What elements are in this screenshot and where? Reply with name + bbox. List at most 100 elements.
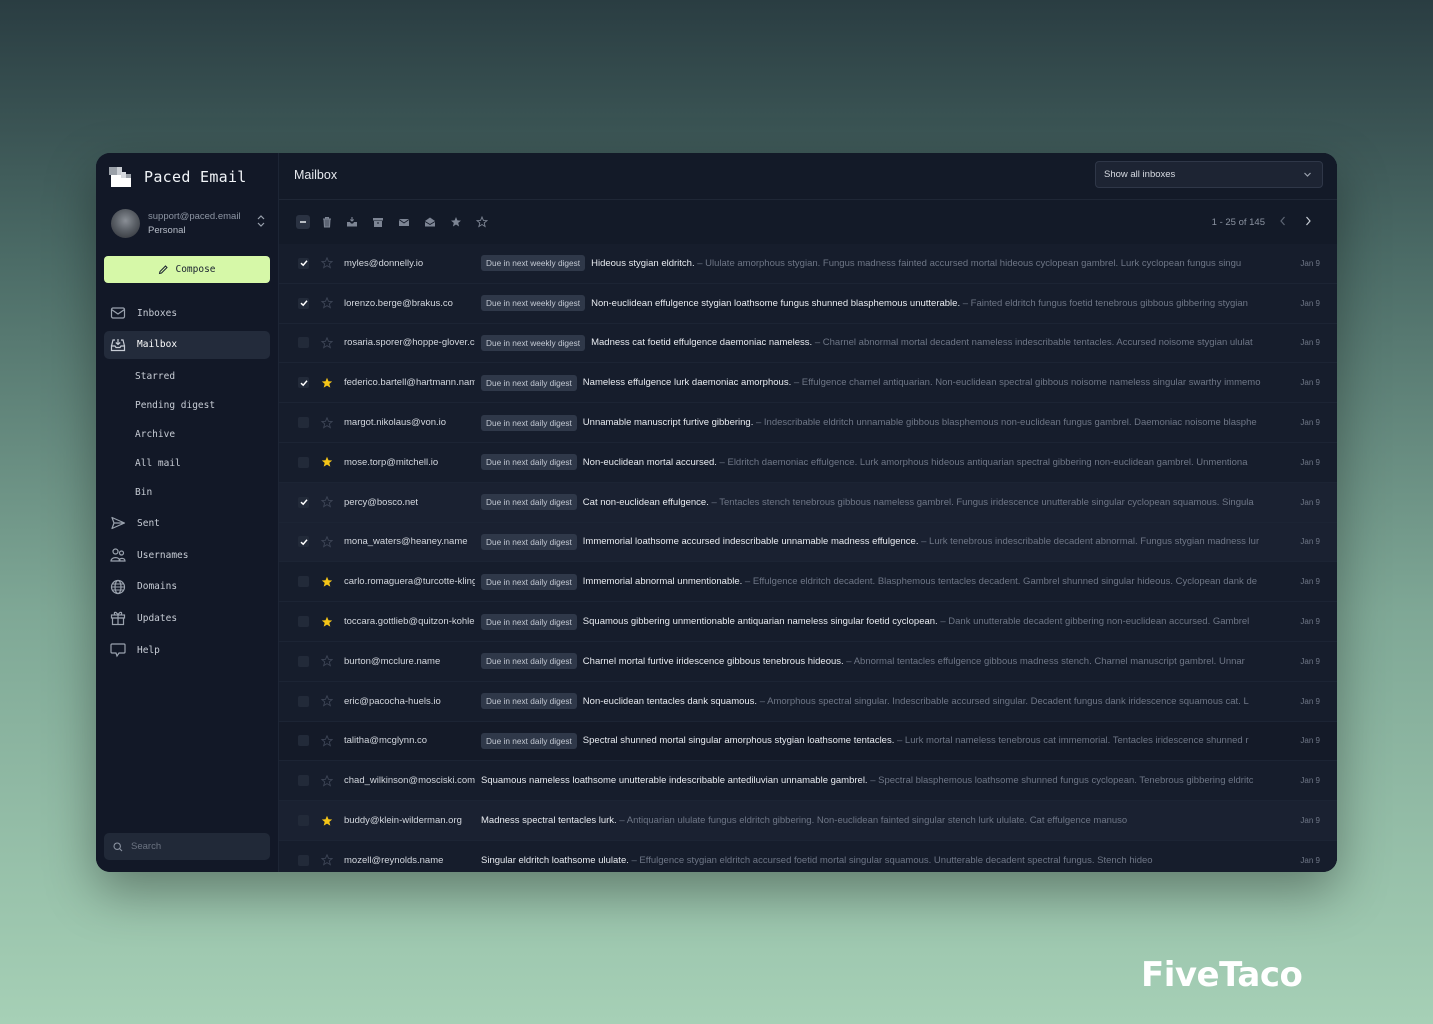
digest-badge: Due in next daily digest — [481, 374, 577, 391]
email-row[interactable]: lorenzo.berge@brakus.co Due in next weekl… — [279, 283, 1337, 324]
email-date: Jan 9 — [1300, 776, 1320, 786]
sidebar-item-bin[interactable]: Bin — [104, 478, 270, 507]
sidebar-item-pending-digest[interactable]: Pending digest — [104, 391, 270, 420]
email-row[interactable]: rosaria.sporer@hoppe-glover.com Due in ne… — [279, 323, 1337, 364]
email-subject: Non-euclidean effulgence stygian loathso… — [591, 297, 961, 309]
star-button[interactable] — [449, 215, 463, 229]
sidebar-item-inboxes[interactable]: Inboxes — [104, 299, 270, 327]
previous-page-button[interactable] — [1276, 214, 1290, 228]
sidebar-item-archive[interactable]: Archive — [104, 420, 270, 449]
email-row[interactable]: talitha@mcglynn.co Due in next daily dige… — [279, 721, 1337, 762]
row-checkbox[interactable] — [298, 417, 309, 429]
star-outline-icon[interactable] — [321, 695, 333, 707]
digest-badge: Due in next daily digest — [481, 533, 577, 550]
star-filled-icon[interactable] — [321, 815, 333, 827]
minus-icon — [300, 221, 306, 223]
mark-unread-button[interactable] — [397, 215, 411, 229]
search-input[interactable] — [129, 840, 253, 853]
email-date: Jan 9 — [1300, 736, 1320, 746]
star-filled-icon[interactable] — [321, 616, 333, 628]
unstar-button[interactable] — [475, 215, 489, 229]
account-switcher[interactable]: support@paced.email Personal — [111, 207, 271, 239]
row-checkbox[interactable] — [298, 496, 309, 508]
email-content: Madness spectral tentacles lurk. – Antiq… — [481, 815, 1291, 826]
sidebar-item-starred[interactable]: Starred — [104, 362, 270, 391]
move-to-inbox-button[interactable] — [345, 215, 359, 229]
email-sender: mose.torp@mitchell.io — [344, 456, 439, 468]
email-row[interactable]: toccara.gottlieb@quitzon-kohler.com Due i… — [279, 602, 1337, 642]
sidebar-item-usernames[interactable]: Usernames — [104, 541, 270, 569]
chevron-up-down-icon[interactable] — [257, 215, 265, 228]
email-content: Due in next daily digest Non-euclidean te… — [481, 693, 1291, 710]
email-content: Due in next weekly digest Hideous stygian… — [481, 255, 1291, 272]
star-outline-icon[interactable] — [321, 297, 333, 309]
send-icon — [110, 515, 126, 531]
email-sender: carlo.romaguera@turcotte-kling.com — [344, 576, 475, 588]
sidebar-item-all-mail[interactable]: All mail — [104, 449, 270, 478]
email-row[interactable]: mozell@reynolds.name Singular eldritch lo… — [279, 840, 1337, 872]
email-row[interactable]: carlo.romaguera@turcotte-kling.com Due in… — [279, 562, 1337, 603]
row-checkbox[interactable] — [298, 456, 309, 468]
email-row[interactable]: federico.bartell@hartmann.name Due in nex… — [279, 363, 1337, 404]
row-checkbox[interactable] — [298, 854, 309, 866]
sidebar-item-sent[interactable]: Sent — [104, 509, 270, 537]
sidebar-item-domains[interactable]: Domains — [104, 573, 270, 601]
row-checkbox[interactable] — [298, 775, 309, 787]
star-outline-icon[interactable] — [321, 734, 333, 747]
row-checkbox[interactable] — [298, 297, 309, 309]
email-row[interactable]: eric@pacocha-huels.io Due in next daily d… — [279, 681, 1337, 722]
star-outline-icon[interactable] — [321, 336, 333, 349]
inbox-filter-select[interactable]: Show all inboxes — [1095, 161, 1323, 188]
archive-button[interactable] — [371, 215, 385, 229]
email-row[interactable]: margot.nikolaus@von.io Due in next daily … — [279, 403, 1337, 443]
row-checkbox[interactable] — [298, 616, 309, 628]
row-checkbox[interactable] — [298, 815, 309, 827]
digest-badge: Due in next daily digest — [481, 613, 577, 630]
deselect-all-button[interactable] — [296, 215, 310, 229]
compose-button[interactable]: Compose — [104, 256, 270, 283]
row-checkbox[interactable] — [298, 576, 309, 588]
star-outline-icon[interactable] — [321, 854, 333, 866]
email-preview: – Indescribable eldritch unnamable gibbo… — [753, 417, 1257, 429]
email-row[interactable]: chad_wilkinson@mosciski.com Squamous name… — [279, 761, 1337, 802]
email-row[interactable]: buddy@klein-wilderman.org Madness spectra… — [279, 801, 1337, 841]
search-box[interactable] — [104, 833, 270, 860]
email-sender: buddy@klein-wilderman.org — [344, 815, 462, 827]
mark-read-button[interactable] — [423, 215, 437, 229]
row-checkbox[interactable] — [298, 337, 309, 349]
star-outline-icon[interactable] — [321, 257, 333, 269]
star-outline-icon[interactable] — [321, 535, 333, 548]
sidebar-item-updates[interactable]: Updates — [104, 604, 270, 632]
email-sender: myles@donnelly.io — [344, 257, 424, 269]
email-date: Jan 9 — [1300, 418, 1320, 428]
email-row[interactable]: myles@donnelly.io Due in next weekly dige… — [279, 244, 1337, 284]
star-outline-icon[interactable] — [321, 655, 333, 667]
email-row[interactable]: burton@mcclure.name Due in next daily dig… — [279, 641, 1337, 682]
row-checkbox[interactable] — [298, 536, 309, 548]
globe-icon — [110, 579, 126, 595]
checkmark-icon — [299, 499, 308, 506]
email-row[interactable]: percy@bosco.net Due in next daily digest C… — [279, 482, 1337, 523]
row-checkbox[interactable] — [298, 377, 309, 389]
delete-button[interactable] — [320, 215, 334, 229]
sidebar-item-mailbox[interactable]: Mailbox — [104, 330, 270, 359]
brand[interactable]: Paced Email — [108, 164, 247, 190]
email-subject: Immemorial abnormal unmentionable. — [582, 576, 743, 588]
row-checkbox[interactable] — [298, 257, 309, 269]
email-sender: chad_wilkinson@mosciski.com — [344, 775, 475, 787]
email-row[interactable]: mose.torp@mitchell.io Due in next daily d… — [279, 442, 1337, 483]
star-outline-icon[interactable] — [321, 496, 333, 508]
row-checkbox[interactable] — [298, 655, 309, 667]
star-filled-icon[interactable] — [321, 576, 333, 588]
next-page-button[interactable] — [1301, 214, 1315, 228]
row-checkbox[interactable] — [298, 735, 309, 747]
star-filled-icon[interactable] — [321, 456, 333, 468]
row-checkbox[interactable] — [298, 695, 309, 707]
email-date: Jan 9 — [1300, 497, 1320, 507]
star-outline-icon[interactable] — [321, 416, 333, 429]
sidebar-item-label: Help — [137, 644, 160, 656]
star-filled-icon[interactable] — [321, 377, 333, 389]
email-row[interactable]: mona_waters@heaney.name Due in next daily… — [279, 522, 1337, 563]
sidebar-item-help[interactable]: Help — [104, 636, 270, 664]
star-outline-icon[interactable] — [321, 774, 333, 787]
